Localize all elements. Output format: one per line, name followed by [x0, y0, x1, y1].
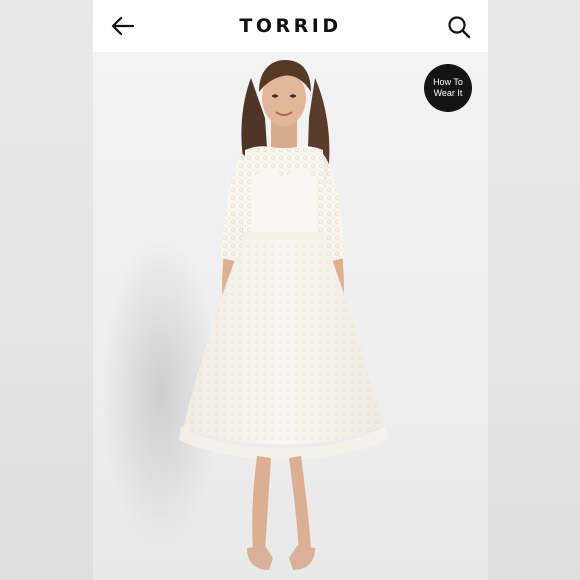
- model-in-white-lace-dress-image: [179, 60, 387, 570]
- badge-line-2: Wear It: [433, 88, 463, 98]
- how-to-wear-it-badge[interactable]: How To Wear It: [424, 64, 472, 112]
- top-navigation-bar: TORRID: [93, 0, 488, 52]
- product-image[interactable]: How To Wear It: [93, 52, 488, 580]
- search-icon: [448, 16, 471, 39]
- screenshot-frame: TORRID How To Wear It: [0, 0, 580, 580]
- left-blurred-backdrop: [0, 0, 93, 580]
- phone-screen: TORRID How To Wear It: [93, 0, 488, 580]
- search-button[interactable]: [446, 14, 472, 40]
- right-blurred-backdrop: [488, 0, 580, 580]
- badge-line-1: How To: [433, 77, 463, 87]
- brand-logo[interactable]: TORRID: [93, 15, 488, 37]
